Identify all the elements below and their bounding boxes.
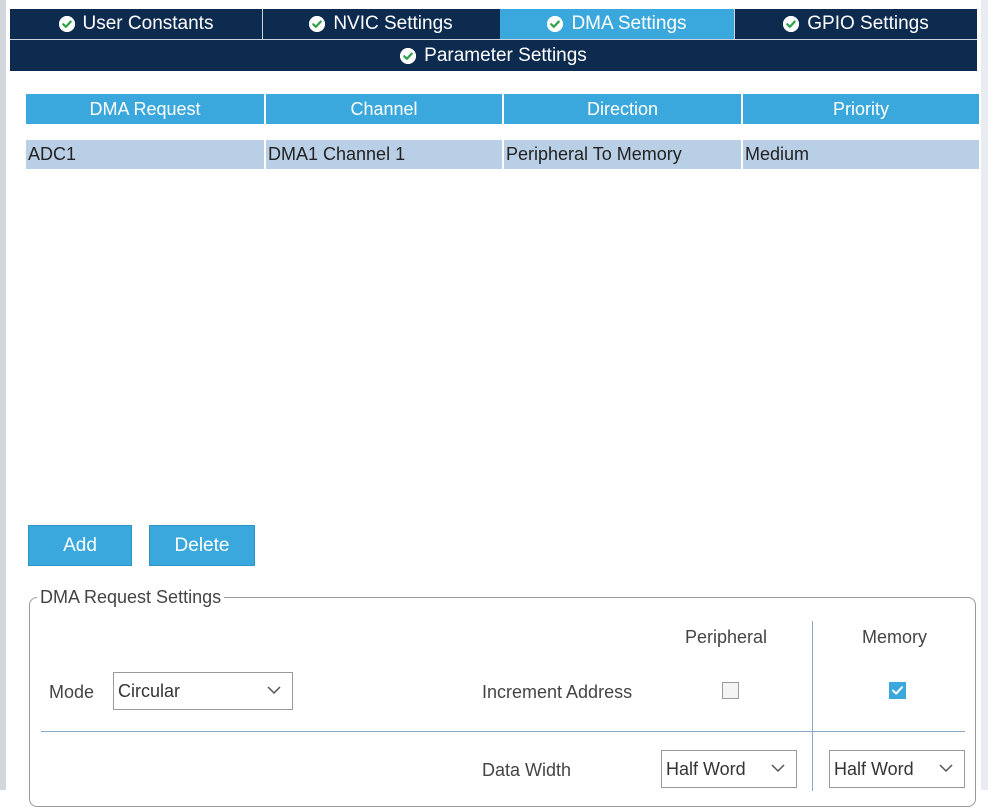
mode-value: Circular (118, 680, 181, 701)
chevron-down-icon (267, 686, 281, 695)
peripheral-data-width-value: Half Word (666, 758, 746, 779)
memory-column-label: Memory (862, 627, 928, 647)
tab-label: User Constants (82, 13, 214, 34)
dma-table-header: DMA Request Channel Direction Priority (26, 94, 979, 124)
memory-data-width-select[interactable]: Half Word (829, 750, 965, 788)
check-circle-icon (547, 16, 564, 32)
tab-label: Parameter Settings (424, 44, 587, 66)
memory-increment-checkbox[interactable] (889, 682, 906, 699)
check-circle-icon (783, 16, 800, 32)
tab-label: NVIC Settings (333, 13, 453, 34)
chevron-down-icon (939, 764, 953, 773)
right-panel-edge (981, 0, 988, 790)
tab-user-constants[interactable]: User Constants (10, 9, 262, 39)
check-circle-icon (58, 16, 75, 32)
cell-dma-request: ADC1 (26, 140, 264, 169)
left-panel-edge (0, 0, 6, 790)
chevron-down-icon (771, 764, 785, 773)
table-row[interactable]: ADC1 DMA1 Channel 1 Peripheral To Memory… (26, 140, 979, 169)
cell-priority: Medium (743, 140, 979, 169)
tab-label: DMA Settings (571, 13, 687, 34)
tab-gpio-settings[interactable]: GPIO Settings (735, 9, 977, 39)
settings-divider (41, 731, 965, 732)
check-circle-icon (400, 47, 417, 64)
peripheral-data-width-select[interactable]: Half Word (661, 750, 797, 788)
settings-tab-bar: User Constants NVIC Settings DMA Setting… (10, 9, 977, 71)
peripheral-column-label: Peripheral (685, 627, 768, 647)
memory-data-width-value: Half Word (834, 758, 914, 779)
add-button[interactable]: Add (28, 525, 132, 566)
tab-dma-settings[interactable]: DMA Settings (500, 9, 734, 39)
increment-address-label: Increment Address (482, 682, 633, 702)
checkmark-icon (892, 686, 903, 695)
cell-channel: DMA1 Channel 1 (266, 140, 502, 169)
mode-label: Mode (49, 682, 95, 702)
tab-parameter-settings[interactable]: Parameter Settings (10, 39, 977, 71)
column-divider (812, 621, 813, 791)
column-header-direction[interactable]: Direction (504, 94, 741, 124)
delete-button[interactable]: Delete (149, 525, 255, 566)
cell-direction: Peripheral To Memory (504, 140, 741, 169)
group-title: DMA Request Settings (37, 587, 225, 608)
tab-label: GPIO Settings (807, 13, 929, 34)
check-circle-icon (309, 16, 326, 32)
column-header-priority[interactable]: Priority (743, 94, 979, 124)
data-width-label: Data Width (482, 760, 572, 780)
mode-select[interactable]: Circular (113, 672, 293, 710)
tab-nvic-settings[interactable]: NVIC Settings (263, 9, 499, 39)
column-header-channel[interactable]: Channel (266, 94, 502, 124)
column-header-dma-request[interactable]: DMA Request (26, 94, 264, 124)
peripheral-increment-checkbox[interactable] (722, 682, 739, 699)
